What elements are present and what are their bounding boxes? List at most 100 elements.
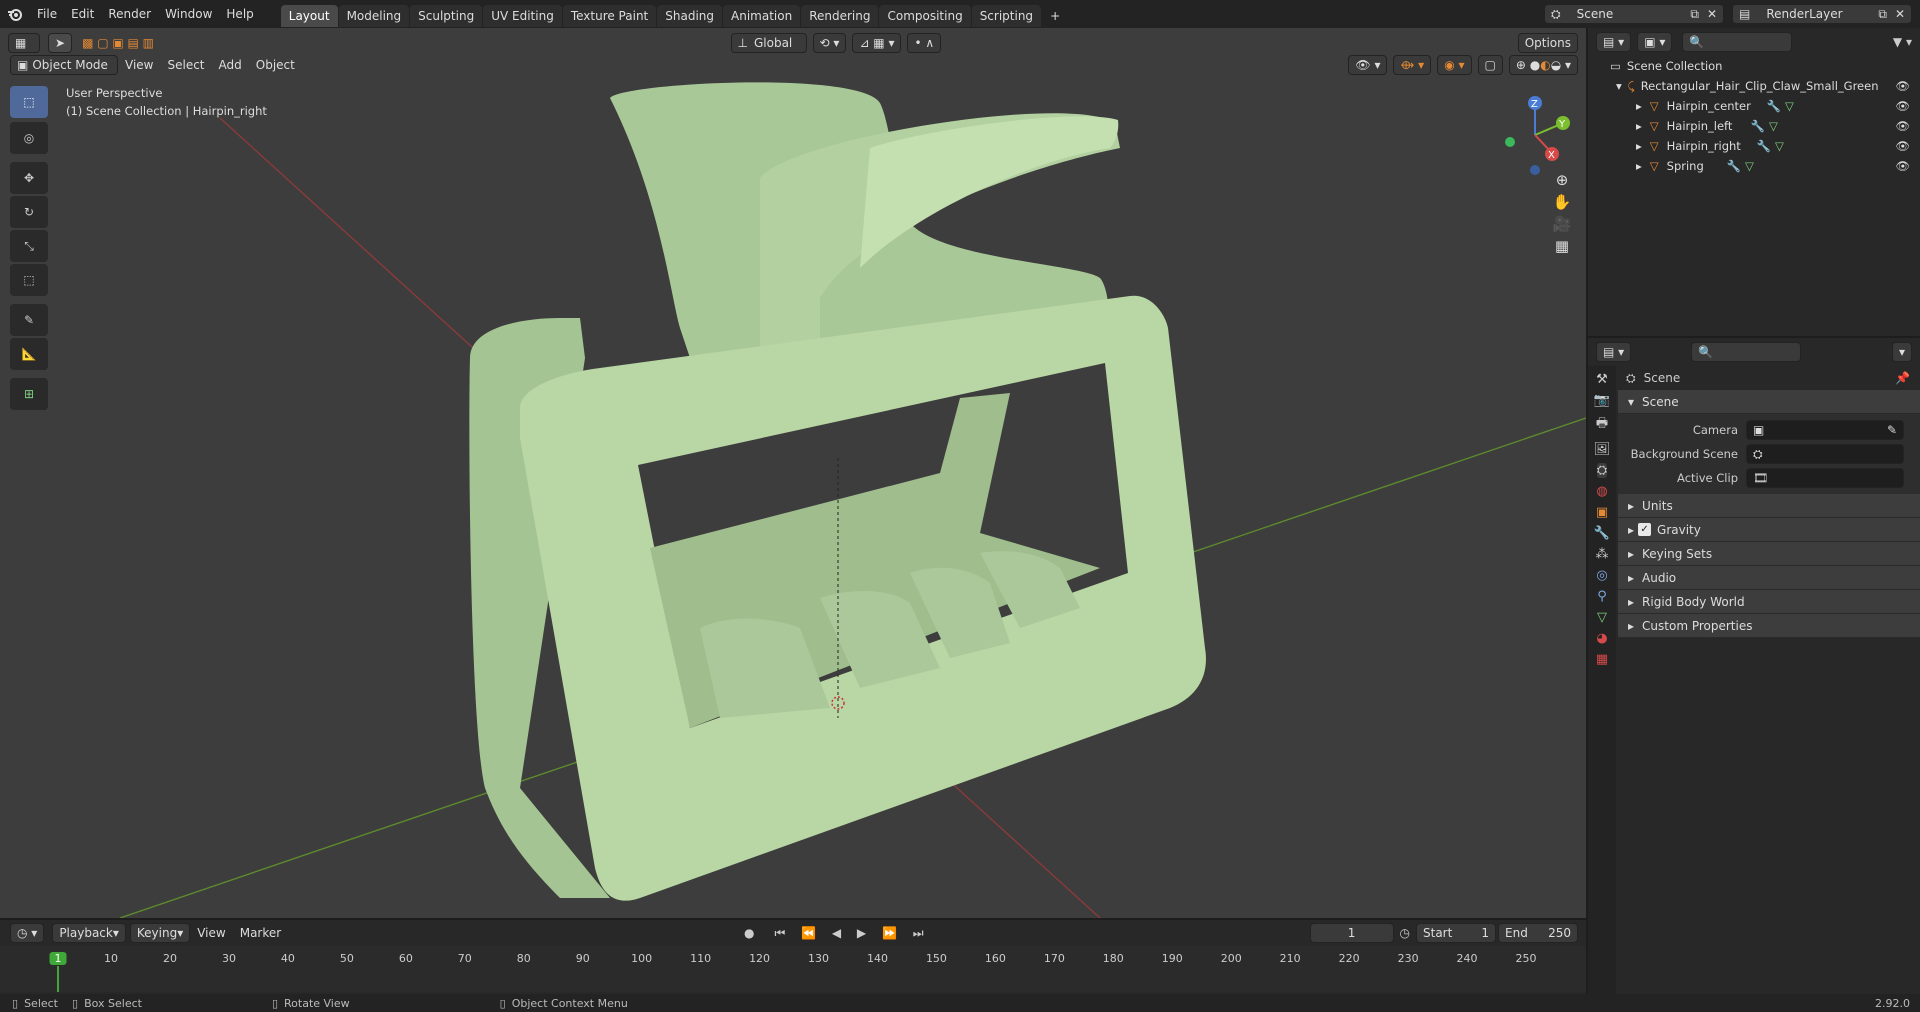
3d-viewport[interactable]: ▦ ➤ ▩ ▢ ▣ ▤ ▥ ⊥ Global ⟲ ▾ ⊿ ▦ ▾ • ∧ Opt…	[0, 28, 1586, 918]
pan-hand-icon[interactable]: ✋	[1553, 193, 1572, 211]
start-frame-field[interactable]: Start 1	[1416, 923, 1496, 943]
properties-editor-type[interactable]: ▤ ▾	[1596, 342, 1632, 362]
expand-icon[interactable]: ▾	[1628, 395, 1634, 409]
ortho-grid-icon[interactable]: ▦	[1555, 237, 1569, 255]
material-tab-icon[interactable]: ◕	[1596, 631, 1607, 646]
menu-help[interactable]: Help	[219, 0, 260, 28]
background-scene-field[interactable]: ⛭	[1746, 444, 1904, 464]
mode-selector[interactable]: ▣ Object Mode	[10, 55, 118, 75]
modifier-tab-icon[interactable]: 🔧	[1594, 526, 1610, 541]
options-dropdown[interactable]: ▾	[1891, 342, 1912, 362]
filter-icon[interactable]: ▼ ▾	[1893, 35, 1912, 49]
xray-toggle[interactable]: ▢	[1477, 55, 1503, 75]
cursor-tool[interactable]: ◎	[10, 122, 48, 154]
tab-modeling[interactable]: Modeling	[338, 4, 410, 27]
expand-icon[interactable]: ▸	[1628, 523, 1634, 537]
data-tab-icon[interactable]: ▽	[1597, 610, 1607, 625]
expand-icon[interactable]: ▾	[1616, 79, 1622, 93]
tab-uv-editing[interactable]: UV Editing	[483, 4, 562, 27]
blender-logo-icon[interactable]	[0, 0, 30, 28]
rotate-tool[interactable]: ↻	[10, 196, 48, 228]
expand-icon[interactable]: ▸	[1636, 99, 1642, 113]
expand-icon[interactable]: ▸	[1628, 547, 1634, 561]
keying-sets-panel[interactable]: ▸ Keying Sets	[1618, 542, 1920, 566]
end-frame-field[interactable]: End 250	[1498, 923, 1578, 943]
scene-collection-row[interactable]: ▭ Scene Collection	[1588, 56, 1920, 76]
options-button[interactable]: Options	[1517, 33, 1578, 53]
outliner-editor-type[interactable]: ▤ ▾	[1596, 32, 1632, 52]
tab-animation[interactable]: Animation	[723, 4, 801, 27]
collection-row[interactable]: ▾ ⤹ Rectangular_Hair_Clip_Claw_Small_Gre…	[1588, 76, 1920, 96]
view-layer-selector[interactable]: ▤ RenderLayer ⧉ ✕	[1732, 4, 1912, 24]
snap-selector[interactable]: ⊿ ▦ ▾	[852, 33, 902, 53]
gizmo-toggle[interactable]: ⟴ ▾	[1393, 55, 1432, 75]
select-box-tool[interactable]: ⬚	[10, 86, 48, 118]
menu-object[interactable]: Object	[249, 51, 302, 79]
output-tab-icon[interactable]: 🖶	[1596, 414, 1608, 436]
expand-icon[interactable]: ▸	[1628, 619, 1634, 633]
tab-rendering[interactable]: Rendering	[801, 4, 879, 27]
units-panel[interactable]: ▸ Units	[1618, 494, 1920, 518]
active-clip-field[interactable]: 🎞	[1746, 468, 1904, 488]
copy-icon[interactable]: ⧉	[1878, 7, 1887, 22]
eye-icon[interactable]: 👁	[1895, 99, 1910, 113]
keying-menu[interactable]: Keying ▾	[129, 923, 191, 943]
menu-file[interactable]: File	[30, 0, 64, 28]
tab-texture-paint[interactable]: Texture Paint	[562, 4, 657, 27]
expand-icon[interactable]: ▸	[1628, 595, 1634, 609]
rigid-body-world-panel[interactable]: ▸ Rigid Body World	[1618, 590, 1920, 614]
particles-tab-icon[interactable]: ⁂	[1596, 547, 1609, 562]
visibility-toggle[interactable]: 👁 ▾	[1348, 55, 1388, 75]
outliner-object-row[interactable]: ▸ ▽ Hairpin_right 🔧 ▽ 👁	[1588, 136, 1920, 156]
move-tool[interactable]: ✥	[10, 162, 48, 194]
outliner-object-row[interactable]: ▸ ▽ Hairpin_center 🔧 ▽ 👁	[1588, 96, 1920, 116]
timeline-editor-type[interactable]: ◷ ▾	[10, 923, 45, 943]
pivot-selector[interactable]: ⟲ ▾	[812, 33, 847, 53]
add-cube-tool[interactable]: ⊞	[10, 378, 48, 410]
select-mode-icons[interactable]: ▩ ▢ ▣ ▤ ▥	[82, 36, 154, 50]
navigation-gizmo[interactable]: Z Y X	[1495, 90, 1575, 180]
eye-icon[interactable]: 👁	[1895, 139, 1910, 153]
tab-sculpting[interactable]: Sculpting	[410, 4, 483, 27]
expand-icon[interactable]: ▸	[1628, 499, 1634, 513]
expand-icon[interactable]: ▸	[1628, 571, 1634, 585]
audio-panel[interactable]: ▸ Audio	[1618, 566, 1920, 590]
measure-tool[interactable]: 📐	[10, 338, 48, 370]
menu-select[interactable]: Select	[160, 51, 211, 79]
tool-tab-icon[interactable]: ⚒	[1596, 372, 1608, 387]
record-button[interactable]: ●	[744, 926, 754, 940]
outliner-search[interactable]: 🔍	[1682, 32, 1793, 52]
close-icon[interactable]: ✕	[1895, 7, 1905, 21]
tab-scripting[interactable]: Scripting	[971, 4, 1042, 27]
eye-icon[interactable]: 👁	[1895, 159, 1910, 173]
proportional-edit[interactable]: • ∧	[907, 33, 942, 53]
expand-icon[interactable]: ▸	[1636, 119, 1642, 133]
outliner-object-row[interactable]: ▸ ▽ Spring 🔧 ▽ 👁	[1588, 156, 1920, 176]
scene-selector[interactable]: ⛭ Scene ⧉ ✕	[1544, 4, 1724, 24]
menu-marker[interactable]: Marker	[233, 919, 288, 947]
tab-shading[interactable]: Shading	[657, 4, 722, 27]
expand-icon[interactable]: ▸	[1636, 159, 1642, 173]
display-mode[interactable]: ▣ ▾	[1637, 32, 1673, 52]
current-frame-field[interactable]: 1	[1309, 923, 1394, 943]
timeline-frame-ruler[interactable]: 1 10 20 30 40 50 60 70 80 90 100 110 120 130 140 150 160…	[0, 946, 1586, 992]
playhead-line[interactable]	[57, 966, 59, 992]
select-tool-button[interactable]: ➤	[48, 33, 73, 53]
playback-controls[interactable]: ⏮ ⏪ ◀ ▶ ⏩ ⏭	[775, 926, 930, 941]
tab-layout[interactable]: Layout	[280, 4, 338, 27]
render-tab-icon[interactable]: 📷	[1594, 393, 1610, 408]
gravity-panel[interactable]: ▸ ✓ Gravity	[1618, 518, 1920, 542]
view-layer-tab-icon[interactable]: 🖼	[1594, 442, 1611, 457]
add-workspace-button[interactable]: +	[1042, 5, 1068, 27]
expand-icon[interactable]: ▸	[1636, 139, 1642, 153]
gravity-checkbox[interactable]: ✓	[1638, 523, 1652, 536]
shading-buttons[interactable]: ⊕ ● ◐ ◒ ▾	[1508, 55, 1578, 75]
eye-icon[interactable]: 👁	[1895, 119, 1910, 133]
scene-tab-icon[interactable]: ⛭	[1596, 463, 1608, 478]
custom-properties-panel[interactable]: ▸ Custom Properties	[1618, 614, 1920, 638]
copy-icon[interactable]: ⧉	[1690, 7, 1699, 22]
world-tab-icon[interactable]: ◍	[1596, 484, 1607, 499]
scale-tool[interactable]: ⤡	[10, 230, 48, 262]
playback-menu[interactable]: Playback ▾	[52, 923, 126, 943]
annotate-tool[interactable]: ✎	[10, 304, 48, 336]
